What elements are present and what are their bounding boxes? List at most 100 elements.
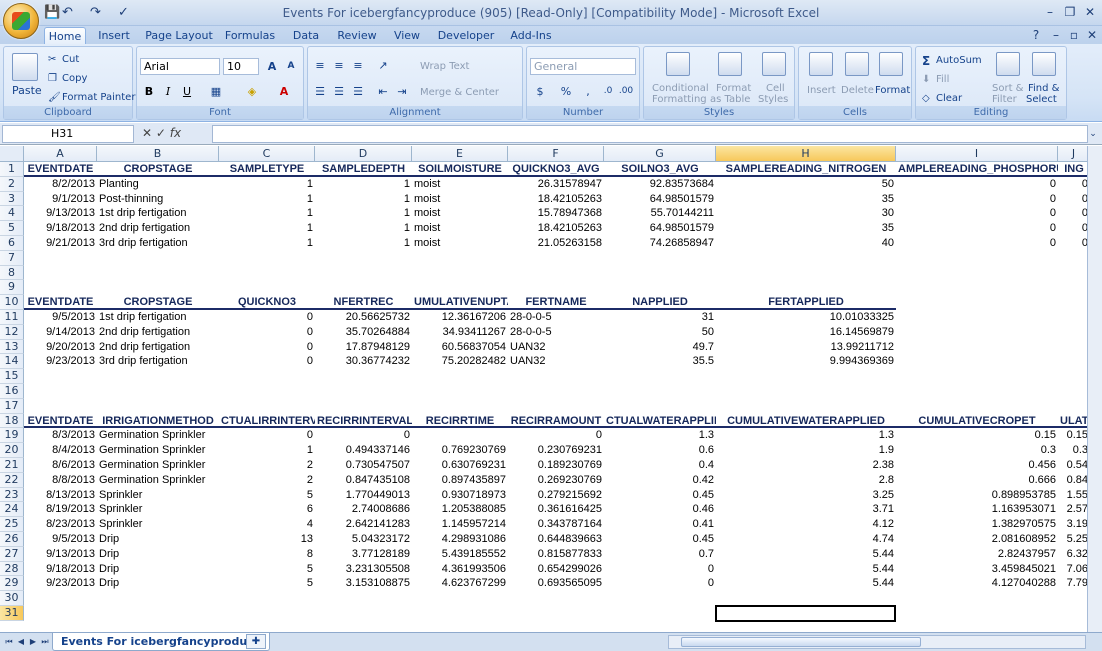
table-cell[interactable]: 4.74: [716, 532, 896, 547]
borders-icon[interactable]: ▦: [207, 83, 225, 100]
table-cell[interactable]: 1.3: [716, 428, 896, 443]
table-cell[interactable]: 0.15: [896, 428, 1058, 443]
table-cell[interactable]: 28-0-0-5: [508, 325, 604, 340]
clear-button[interactable]: Clear: [936, 93, 962, 104]
table-cell[interactable]: 9/5/2013: [24, 532, 97, 547]
row-header-8[interactable]: 8: [0, 265, 24, 281]
table-cell[interactable]: 2.74008686: [315, 502, 412, 517]
table-cell[interactable]: 1: [315, 221, 412, 236]
table-cell[interactable]: 0: [896, 221, 1058, 236]
last-sheet-icon[interactable]: ⏭: [39, 636, 51, 648]
row-header-28[interactable]: 28: [0, 561, 24, 577]
table-cell[interactable]: 30: [716, 206, 896, 221]
table-cell[interactable]: 9/13/2013: [24, 206, 97, 221]
table-cell[interactable]: 1st drip fertigation: [97, 310, 219, 325]
table-cell[interactable]: 9/21/2013: [24, 236, 97, 251]
row-header-31[interactable]: 31: [0, 606, 24, 621]
column-header-e[interactable]: E: [412, 146, 508, 162]
table-cell[interactable]: 0.45: [604, 488, 716, 503]
table-cell[interactable]: 0.898953785: [896, 488, 1058, 503]
merge-center-button[interactable]: Merge & Center: [420, 87, 499, 98]
format-as-table-icon[interactable]: [718, 52, 742, 76]
table-cell[interactable]: Germination Sprinkler: [97, 473, 219, 488]
table-cell[interactable]: 3.231305508: [315, 562, 412, 577]
table-cell[interactable]: 0.654299026: [508, 562, 604, 577]
table-cell[interactable]: 9/13/2013: [24, 547, 97, 562]
tab-home[interactable]: Home: [44, 27, 86, 45]
table-cell[interactable]: 3.153108875: [315, 576, 412, 591]
table-cell[interactable]: Planting: [97, 177, 219, 192]
row-header-12[interactable]: 12: [0, 324, 24, 340]
table-cell[interactable]: 8: [219, 547, 315, 562]
table-cell[interactable]: 35.70264884: [315, 325, 412, 340]
shrink-font-button[interactable]: A: [282, 58, 300, 75]
tab-add-ins[interactable]: Add-Ins: [506, 27, 556, 45]
font-color-icon[interactable]: A: [275, 83, 293, 100]
table-cell[interactable]: 2nd drip fertigation: [97, 325, 219, 340]
table-cell[interactable]: moist: [412, 192, 508, 207]
table-cell[interactable]: 7.79: [1058, 576, 1090, 591]
table-cell[interactable]: 0.46: [604, 502, 716, 517]
table-cell[interactable]: 20.56625732: [315, 310, 412, 325]
table-cell[interactable]: 0.7: [604, 547, 716, 562]
table-cell[interactable]: 0: [1058, 236, 1090, 251]
table-cell[interactable]: 4.298931086: [412, 532, 508, 547]
conditional-formatting-button-2[interactable]: Formatting: [652, 94, 707, 105]
table-cell[interactable]: 1: [219, 177, 315, 192]
table-cell[interactable]: 1: [219, 192, 315, 207]
table-cell[interactable]: 0.15: [1058, 428, 1090, 443]
table-cell[interactable]: 2.081608952: [896, 532, 1058, 547]
decrease-decimal-icon[interactable]: .00: [617, 83, 635, 100]
table-cell[interactable]: Drip: [97, 576, 219, 591]
align-middle-icon[interactable]: ≡: [330, 57, 348, 74]
column-header-h[interactable]: H: [716, 146, 896, 162]
table-cell[interactable]: 17.87948129: [315, 340, 412, 355]
row-header-9[interactable]: 9: [0, 280, 24, 296]
table-cell[interactable]: 3rd drip fertigation: [97, 236, 219, 251]
tab-data[interactable]: Data: [286, 27, 326, 45]
table-cell[interactable]: 18.42105263: [508, 221, 604, 236]
table-cell[interactable]: 8/8/2013: [24, 473, 97, 488]
row-header-7[interactable]: 7: [0, 250, 24, 266]
row-header-13[interactable]: 13: [0, 339, 24, 355]
table-cell[interactable]: moist: [412, 221, 508, 236]
column-header-d[interactable]: D: [315, 146, 412, 162]
delete-cells-icon[interactable]: [845, 52, 869, 76]
prev-sheet-icon[interactable]: ◀: [15, 636, 27, 648]
table-cell[interactable]: 2.642141283: [315, 517, 412, 532]
column-header-i[interactable]: I: [896, 146, 1058, 162]
doc-minimize-icon[interactable]: –: [1046, 26, 1066, 44]
table-cell[interactable]: 50: [604, 325, 716, 340]
table-cell[interactable]: 64.98501579: [604, 192, 716, 207]
table-cell[interactable]: UAN32: [508, 340, 604, 355]
table-cell[interactable]: [412, 428, 508, 443]
tab-page-layout[interactable]: Page Layout: [142, 27, 216, 45]
table-cell[interactable]: 0.644839663: [508, 532, 604, 547]
cell-styles-button-2[interactable]: Styles: [758, 94, 788, 105]
row-header-2[interactable]: 2: [0, 176, 24, 192]
table-cell[interactable]: 13.99211712: [716, 340, 896, 355]
grow-font-button[interactable]: A: [263, 58, 281, 75]
row-header-15[interactable]: 15: [0, 369, 24, 384]
table-cell[interactable]: 0.815877833: [508, 547, 604, 562]
table-cell[interactable]: 4.12: [716, 517, 896, 532]
table-cell[interactable]: moist: [412, 236, 508, 251]
table-cell[interactable]: 0: [604, 562, 716, 577]
minimize-icon[interactable]: –: [1040, 3, 1060, 21]
conditional-formatting-button[interactable]: Conditional: [652, 83, 709, 94]
table-cell[interactable]: 60.56837054: [412, 340, 508, 355]
row-header-25[interactable]: 25: [0, 517, 24, 532]
table-cell[interactable]: 15.78947368: [508, 206, 604, 221]
table-cell[interactable]: 0.494337146: [315, 443, 412, 458]
find-select-button-2[interactable]: Select: [1026, 94, 1057, 105]
table-cell[interactable]: 0: [896, 206, 1058, 221]
table-cell[interactable]: 0: [1058, 221, 1090, 236]
formula-input[interactable]: [212, 125, 1088, 143]
paste-icon[interactable]: [12, 53, 38, 81]
table-cell[interactable]: 4.127040288: [896, 576, 1058, 591]
align-bottom-icon[interactable]: ≡: [349, 57, 367, 74]
table-cell[interactable]: 18.42105263: [508, 192, 604, 207]
table-cell[interactable]: 1: [315, 177, 412, 192]
increase-indent-icon[interactable]: ⇥: [393, 83, 411, 100]
delete-cells-button[interactable]: Delete: [841, 85, 874, 96]
